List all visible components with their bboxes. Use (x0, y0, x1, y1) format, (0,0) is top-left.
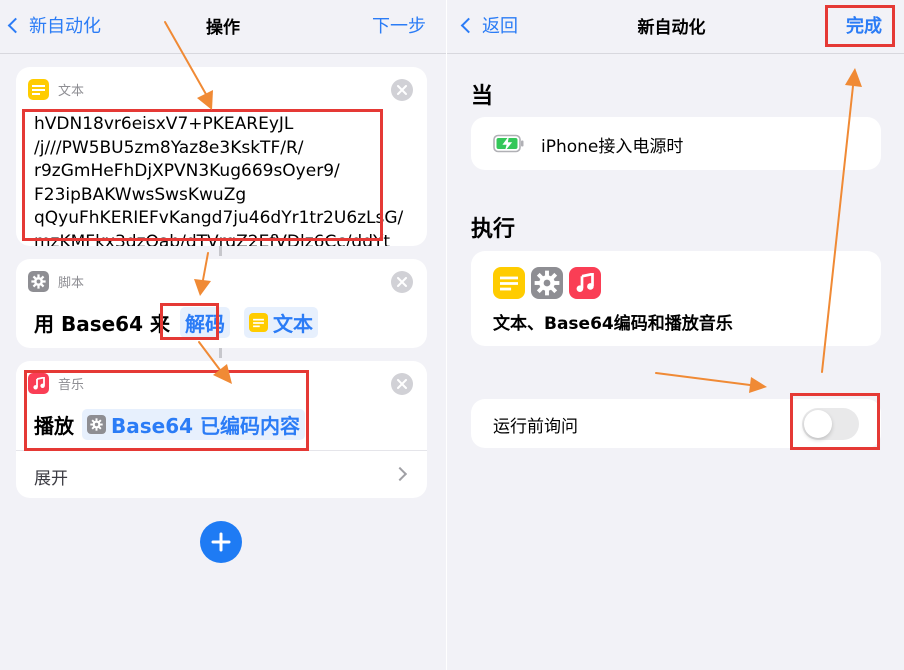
text-lines-icon (28, 79, 49, 100)
close-icon (397, 277, 407, 287)
add-action-button[interactable] (200, 521, 242, 563)
text-card-label: 文本 (58, 84, 85, 99)
decode-mode-token[interactable]: 解码 (179, 307, 230, 338)
text-content-line: mzKMFkx3dzOab/dTVrqZ2EfVDlz6Cc/ddYt (34, 231, 391, 247)
music-action-line: 播放 Base64 已编码内容 (34, 409, 306, 440)
script-card-label: 脚本 (58, 276, 85, 291)
script-card-header: 脚本 (28, 271, 84, 292)
plus-icon (211, 532, 231, 552)
action-connector (219, 246, 222, 256)
expand-label: 展开 (34, 469, 68, 489)
music-note-icon (569, 267, 601, 299)
text-action-card: 文本 hVDN18vr6eisxV7+PKEAREyJL /j///PW5BU5… (16, 67, 427, 246)
back-button[interactable]: 返回 (459, 12, 518, 38)
chevron-left-icon (7, 17, 24, 33)
text-input-token-label: 文本 (272, 312, 313, 336)
battery-charging-icon (493, 134, 525, 157)
back-label: 返回 (482, 16, 518, 37)
text-content-line: /j///PW5BU5zm8Yaz8e3KskTF/R/ (34, 137, 304, 158)
back-label: 新自动化 (29, 16, 101, 37)
base64-prefix: 用 Base64 来 (34, 312, 170, 336)
ask-before-running-label: 运行前询问 (493, 417, 578, 437)
text-content-line: F23ipBAKWwsSwsKwuZg (34, 184, 247, 205)
next-button[interactable]: 下一步 (372, 12, 426, 38)
actions-summary-row[interactable]: 文本、Base64编码和播放音乐 (471, 251, 881, 346)
right-navbar: 返回 新自动化 完成 (447, 0, 904, 54)
music-prefix: 播放 (34, 414, 74, 438)
base64-action-line: 用 Base64 来 解码 文本 (34, 307, 318, 338)
chevron-left-icon (460, 17, 477, 33)
done-button[interactable]: 完成 (846, 12, 882, 38)
play-music-action-card: 音乐 播放 Base64 已编码内容 展开 (16, 361, 427, 498)
base64-output-token-label: Base64 已编码内容 (111, 414, 301, 438)
chevron-right-icon (392, 466, 408, 482)
music-card-label: 音乐 (58, 378, 85, 393)
action-connector (219, 348, 222, 358)
gear-icon (87, 415, 106, 434)
remove-music-action-button[interactable] (391, 373, 413, 395)
ask-before-running-toggle[interactable] (802, 408, 859, 440)
music-card-header: 音乐 (28, 373, 84, 394)
remove-text-action-button[interactable] (391, 79, 413, 101)
text-content-line: hVDN18vr6eisxV7+PKEAREyJL (34, 114, 294, 134)
trigger-row[interactable]: iPhone接入电源时 (471, 117, 881, 170)
do-section-title: 执行 (471, 217, 516, 242)
text-card-header: 文本 (28, 79, 84, 100)
text-lines-icon (493, 267, 525, 299)
base64-output-token[interactable]: Base64 已编码内容 (82, 409, 306, 440)
gear-icon (531, 267, 563, 299)
music-note-icon (28, 373, 49, 394)
ask-before-running-row: 运行前询问 (471, 399, 881, 448)
text-content-line: r9zGmHeFhDjXPVN3Kug669sOyer9/ (34, 161, 340, 181)
text-content-line: qQyuFhKERIEFvKangd7ju46dYr1tr2U6zLsG/ (34, 208, 404, 228)
shortcut-actions-screen: 新自动化 操作 下一步 文本 hVDN18vr6eisxV7+PKEAREyJL… (0, 0, 446, 670)
new-automation-screen: 返回 新自动化 完成 当 iPhone接入电源时 执行 文本、Base64编码和… (447, 0, 904, 670)
actions-summary-text: 文本、Base64编码和播放音乐 (493, 314, 733, 334)
toggle-knob (804, 410, 832, 438)
text-lines-icon (248, 313, 268, 332)
gear-icon (28, 271, 49, 292)
remove-base64-action-button[interactable] (391, 271, 413, 293)
close-icon (397, 379, 407, 389)
left-navbar: 新自动化 操作 下一步 (0, 0, 446, 54)
expand-row[interactable]: 展开 (16, 450, 427, 498)
text-content-field[interactable]: hVDN18vr6eisxV7+PKEAREyJL /j///PW5BU5zm8… (34, 113, 404, 246)
action-icons (493, 267, 607, 299)
base64-action-card: 脚本 用 Base64 来 解码 文本 (16, 259, 427, 348)
close-icon (397, 85, 407, 95)
back-button[interactable]: 新自动化 (6, 12, 101, 38)
text-input-token[interactable]: 文本 (243, 307, 318, 338)
trigger-label: iPhone接入电源时 (541, 137, 684, 157)
when-section-title: 当 (471, 84, 494, 109)
